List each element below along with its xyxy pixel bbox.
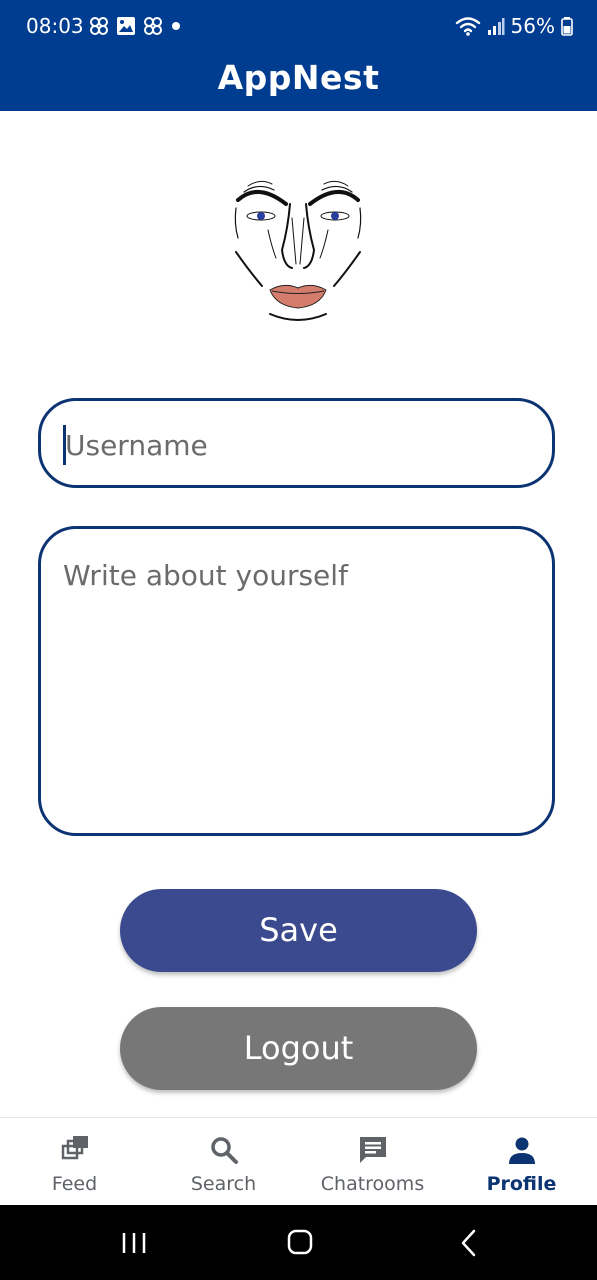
nav-item-chatrooms[interactable]: Chatrooms: [298, 1118, 447, 1206]
pinwheel-icon: [90, 17, 108, 35]
nav-label-feed: Feed: [51, 1173, 98, 1195]
battery-percent: 56%: [510, 14, 555, 38]
status-bar: 08:03 56%: [0, 0, 597, 52]
nav-item-feed[interactable]: Feed: [0, 1118, 149, 1206]
nav-item-search[interactable]: Search: [149, 1118, 298, 1206]
nav-label-search: Search: [190, 1173, 257, 1195]
app-bar: AppNest: [0, 52, 597, 111]
face-avatar[interactable]: [228, 168, 368, 328]
back-icon[interactable]: [456, 1225, 482, 1261]
notification-icons: [88, 15, 182, 37]
battery-icon: [561, 17, 573, 36]
app-title: AppNest: [217, 58, 380, 97]
bottom-nav: Feed Search Chatrooms Profile: [0, 1117, 597, 1206]
status-right: 56%: [455, 14, 573, 38]
nav-item-profile[interactable]: Profile: [447, 1118, 596, 1206]
dot-icon: [172, 22, 180, 30]
bio-field[interactable]: Write about yourself: [38, 526, 555, 836]
nav-label-chatrooms: Chatrooms: [320, 1173, 425, 1195]
recents-icon[interactable]: [120, 1225, 150, 1261]
search-icon: [210, 1137, 238, 1164]
status-time: 08:03: [26, 14, 84, 38]
chat-icon: [359, 1137, 386, 1163]
logout-button[interactable]: Logout: [120, 1007, 477, 1090]
bio-placeholder: Write about yourself: [63, 559, 348, 592]
username-field[interactable]: Username: [38, 398, 555, 488]
username-placeholder: Username: [65, 429, 208, 462]
home-icon[interactable]: [284, 1225, 316, 1261]
person-icon: [508, 1137, 535, 1164]
system-nav-bar: [0, 1205, 597, 1280]
image-icon: [117, 17, 135, 35]
pinwheel-icon: [144, 17, 162, 35]
wifi-icon: [455, 17, 480, 36]
nav-label-profile: Profile: [486, 1173, 557, 1195]
signal-icon: [487, 18, 505, 35]
save-button[interactable]: Save: [120, 889, 477, 972]
feed-icon: [61, 1136, 88, 1160]
